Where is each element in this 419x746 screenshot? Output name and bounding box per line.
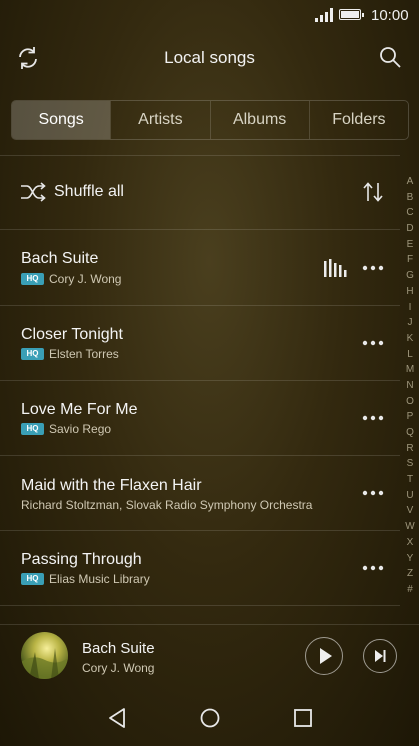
- alphabet-index-letter[interactable]: W: [401, 519, 419, 535]
- song-title: Passing Through: [21, 551, 142, 568]
- alphabet-index-letter[interactable]: J: [401, 315, 419, 331]
- recents-icon[interactable]: [293, 708, 313, 728]
- alphabet-index-letter[interactable]: G: [401, 268, 419, 284]
- song-artist: Elias Music Library: [49, 572, 150, 586]
- alphabet-index-letter[interactable]: U: [401, 488, 419, 504]
- page-title: Local songs: [164, 48, 255, 67]
- song-row[interactable]: Bach Suite HQ Cory J. Wong: [0, 230, 400, 305]
- tab-artists[interactable]: Artists: [110, 101, 209, 139]
- tab-folders[interactable]: Folders: [308, 101, 408, 139]
- more-icon[interactable]: [362, 490, 384, 496]
- alphabet-index-letter[interactable]: D: [401, 221, 419, 237]
- song-row[interactable]: Passing Through HQ Elias Music Library: [0, 531, 400, 606]
- home-icon[interactable]: [199, 707, 221, 729]
- tab-songs[interactable]: Songs: [12, 101, 111, 139]
- status-time: 10:00: [371, 7, 409, 24]
- hq-badge: HQ: [21, 348, 44, 360]
- alphabet-index-letter[interactable]: M: [401, 362, 419, 378]
- alphabet-index-letter[interactable]: Z: [401, 566, 419, 582]
- song-row[interactable]: Love Me For Me HQ Savio Rego: [0, 381, 400, 456]
- hq-badge: HQ: [21, 273, 44, 285]
- alphabet-index-letter[interactable]: #: [401, 582, 419, 598]
- alphabet-index[interactable]: A B C D E F G H I J K L M N O P Q R S T U V W X Y Z #: [401, 174, 419, 598]
- alphabet-index-letter[interactable]: O: [401, 394, 419, 410]
- song-title: Love Me For Me: [21, 401, 138, 418]
- alphabet-index-letter[interactable]: I: [401, 300, 419, 316]
- more-icon[interactable]: [362, 415, 384, 421]
- next-icon: [374, 649, 385, 662]
- song-row[interactable]: Maid with the Flaxen Hair Richard Stoltz…: [0, 456, 400, 531]
- sort-icon[interactable]: [362, 181, 384, 203]
- song-title: Bach Suite: [21, 250, 99, 267]
- alphabet-index-letter[interactable]: L: [401, 347, 419, 363]
- signal-icon: [315, 8, 333, 22]
- alphabet-index-letter[interactable]: C: [401, 205, 419, 221]
- alphabet-index-letter[interactable]: S: [401, 456, 419, 472]
- status-bar: 10:00: [0, 0, 419, 30]
- song-artist: Richard Stoltzman, Slovak Radio Symphony…: [21, 498, 313, 512]
- song-row[interactable]: Closer Tonight HQ Elsten Torres: [0, 306, 400, 381]
- hq-badge: HQ: [21, 573, 44, 585]
- alphabet-index-letter[interactable]: B: [401, 190, 419, 206]
- shuffle-all-label: Shuffle all: [54, 183, 124, 200]
- alphabet-index-letter[interactable]: N: [401, 378, 419, 394]
- equalizer-icon: [324, 259, 347, 277]
- alphabet-index-letter[interactable]: P: [401, 409, 419, 425]
- more-icon[interactable]: [362, 340, 384, 346]
- song-artist: Elsten Torres: [49, 347, 119, 361]
- alphabet-index-letter[interactable]: Y: [401, 551, 419, 567]
- alphabet-index-letter[interactable]: T: [401, 472, 419, 488]
- song-artist: Savio Rego: [49, 422, 112, 436]
- now-playing-artist: Cory J. Wong: [82, 661, 155, 675]
- album-art: [21, 632, 68, 679]
- alphabet-index-letter[interactable]: Q: [401, 425, 419, 441]
- alphabet-index-letter[interactable]: V: [401, 503, 419, 519]
- search-icon[interactable]: [378, 45, 402, 69]
- song-artist: Cory J. Wong: [49, 272, 122, 286]
- alphabet-index-letter[interactable]: K: [401, 331, 419, 347]
- battery-icon: [339, 9, 364, 20]
- song-title: Maid with the Flaxen Hair: [21, 477, 202, 494]
- more-icon[interactable]: [362, 265, 384, 271]
- alphabet-index-letter[interactable]: A: [401, 174, 419, 190]
- now-playing-title: Bach Suite: [82, 640, 155, 657]
- alphabet-index-letter[interactable]: E: [401, 237, 419, 253]
- alphabet-index-letter[interactable]: X: [401, 535, 419, 551]
- song-title: Closer Tonight: [21, 326, 123, 343]
- alphabet-index-letter[interactable]: R: [401, 441, 419, 457]
- more-icon[interactable]: [362, 565, 384, 571]
- play-icon: [319, 647, 332, 664]
- next-button[interactable]: [363, 639, 397, 673]
- alphabet-index-letter[interactable]: H: [401, 284, 419, 300]
- hq-badge: HQ: [21, 423, 44, 435]
- alphabet-index-letter[interactable]: F: [401, 252, 419, 268]
- tab-albums[interactable]: Albums: [209, 101, 309, 139]
- tab-bar: Songs Artists Albums Folders: [11, 100, 409, 140]
- play-button[interactable]: [305, 637, 343, 675]
- divider: [0, 605, 400, 606]
- shuffle-icon: [21, 182, 46, 202]
- back-icon[interactable]: [106, 707, 128, 729]
